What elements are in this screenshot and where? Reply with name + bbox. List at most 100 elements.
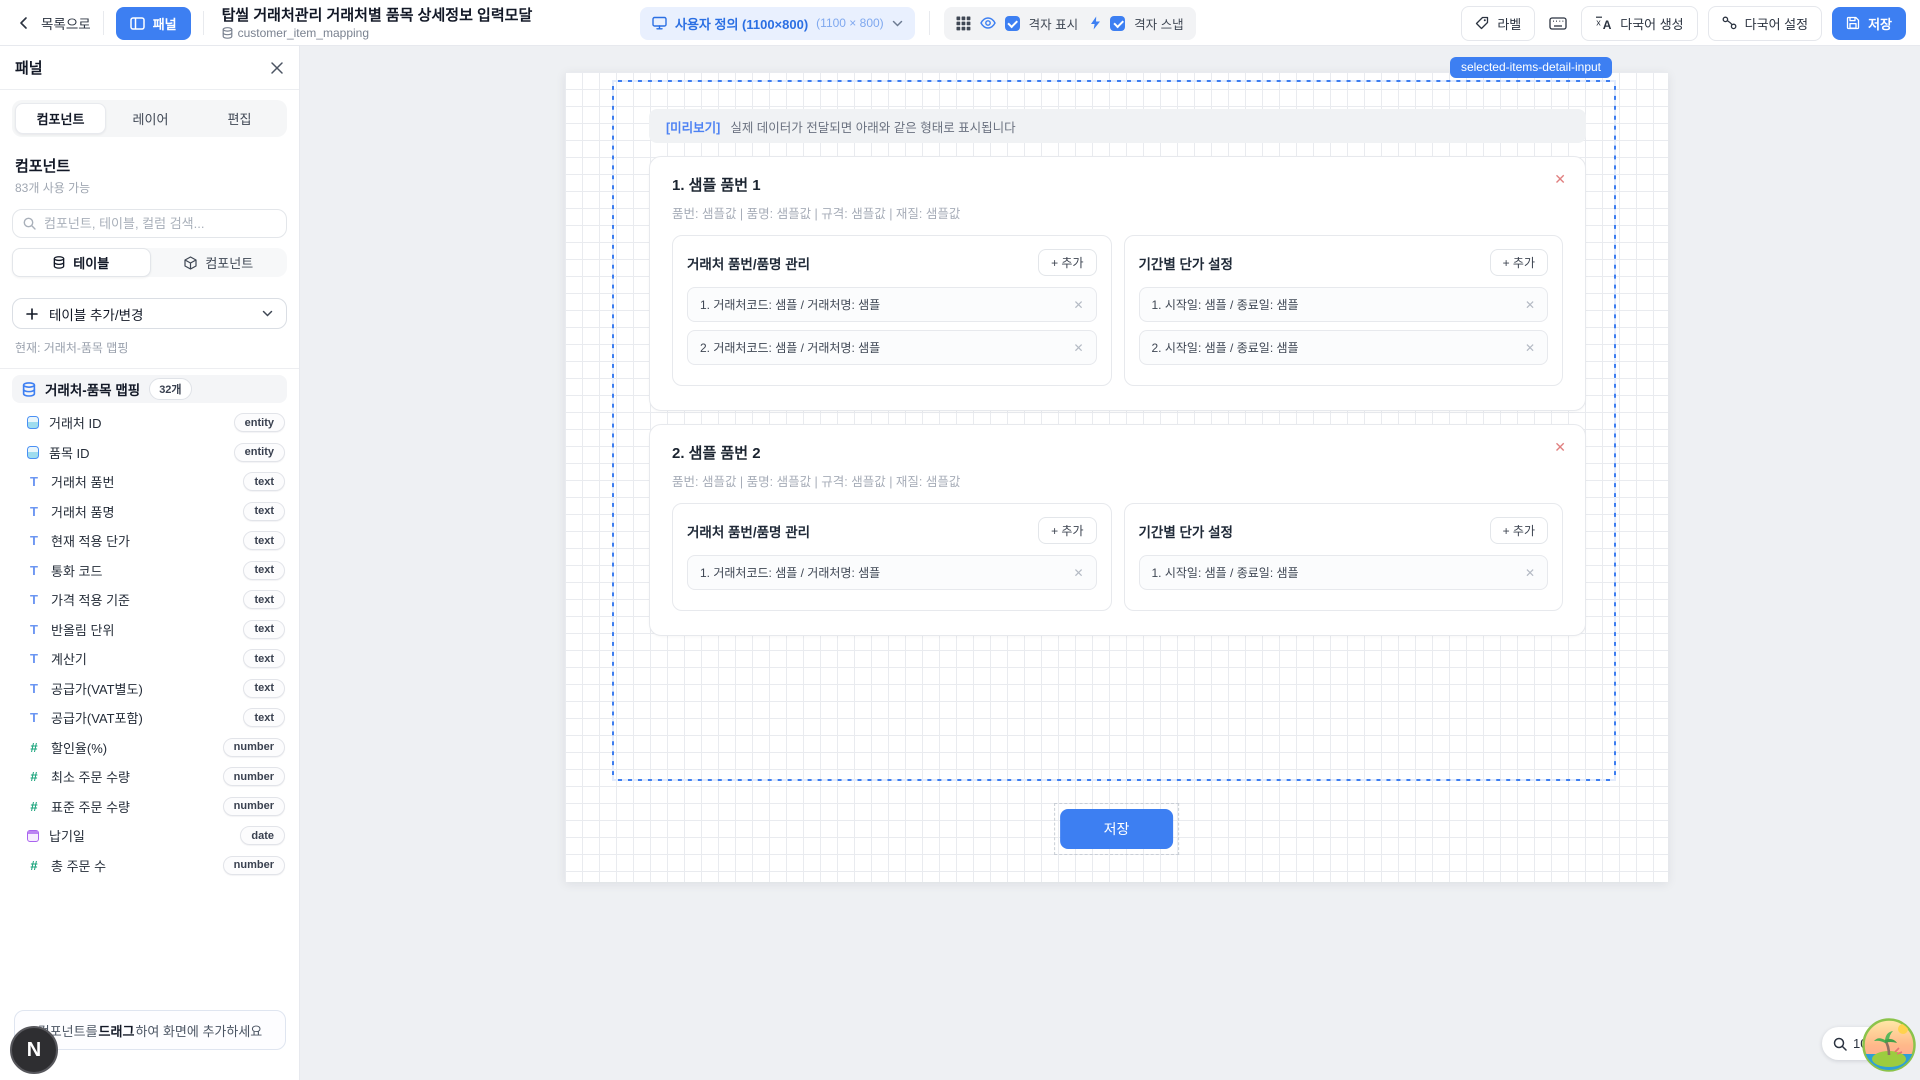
grid-show-label[interactable]: 격자 표시 <box>1029 14 1078 33</box>
field-row[interactable]: 표준 주문 수량 number <box>0 792 299 822</box>
modal-save-button[interactable]: 저장 <box>1060 809 1174 849</box>
field-row[interactable]: 거래처 품명 text <box>0 497 299 527</box>
field-type-badge: text <box>243 561 285 580</box>
page-title: 탑씰 거래처관리 거래처별 품목 상세정보 입력모달 <box>222 7 533 25</box>
panel-toggle-button[interactable]: 패널 <box>116 7 191 40</box>
field-row[interactable]: 현재 적용 단가 text <box>0 526 299 556</box>
field-type-badge: text <box>243 679 285 698</box>
tab-components[interactable]: 컴포넌트 <box>15 103 106 134</box>
divider <box>103 11 104 35</box>
back-label[interactable]: 목록으로 <box>41 13 91 33</box>
item-remove-icon[interactable]: ✕ <box>1073 299 1083 311</box>
add-table-button[interactable]: 테이블 추가/변경 <box>12 298 287 329</box>
save-floppy-icon <box>1846 16 1860 30</box>
components-available-count: 83개 사용 가능 <box>15 179 284 196</box>
card-close-icon[interactable]: ✕ <box>1554 440 1566 454</box>
divider <box>929 11 930 35</box>
panel-items: 1. 거래처코드: 샘플 / 거래처명: 샘플 ✕ 2. 거래처코드: 샘플 /… <box>687 287 1097 365</box>
field-label: 거래처 품명 <box>51 502 243 521</box>
date-icon <box>27 830 39 842</box>
field-label: 납기일 <box>49 826 240 845</box>
panel-add-button[interactable]: + 추가 <box>1490 249 1548 276</box>
field-row[interactable]: 가격 적용 기준 text <box>0 585 299 615</box>
back-to-list-button[interactable]: 목록으로 <box>16 13 91 33</box>
chevron-down-icon <box>892 20 903 27</box>
panel-add-button[interactable]: + 추가 <box>1490 517 1548 544</box>
database-icon <box>53 256 65 269</box>
field-row[interactable]: 통화 코드 text <box>0 556 299 586</box>
design-canvas[interactable]: selected-items-detail-input [미리보기] 실제 데이… <box>300 46 1920 1080</box>
selected-component[interactable]: selected-items-detail-input [미리보기] 실제 데이… <box>612 80 1616 781</box>
label-button[interactable]: 라벨 <box>1461 6 1535 41</box>
field-row[interactable]: 할인율(%) number <box>0 733 299 763</box>
component-search[interactable] <box>12 209 287 238</box>
text-icon <box>27 681 41 696</box>
field-row[interactable]: 반올림 단위 text <box>0 615 299 645</box>
item-remove-icon[interactable]: ✕ <box>1525 342 1535 354</box>
close-icon[interactable] <box>270 61 284 75</box>
panel-title: 패널 <box>15 57 43 78</box>
save-button-selection[interactable]: 저장 <box>1054 803 1180 855</box>
current-table-label: 현재: 거래처-품목 맵핑 <box>15 339 284 356</box>
i18n-settings-button[interactable]: 다국어 설정 <box>1708 6 1822 41</box>
field-row[interactable]: 공급가(VAT별도) text <box>0 674 299 704</box>
app-logo[interactable]: N <box>10 1026 58 1074</box>
field-row[interactable]: 계산기 text <box>0 644 299 674</box>
source-tab-tables[interactable]: 테이블 <box>12 248 151 277</box>
field-type-badge: number <box>223 738 285 757</box>
field-row[interactable]: 최소 주문 수량 number <box>0 762 299 792</box>
item-remove-icon[interactable]: ✕ <box>1073 567 1083 579</box>
field-row[interactable]: 거래처 품번 text <box>0 467 299 497</box>
grid-snap-checkbox[interactable] <box>1110 16 1125 31</box>
field-type-badge: number <box>223 767 285 786</box>
source-tab-components[interactable]: 컴포넌트 <box>151 248 288 277</box>
i18n-generate-button[interactable]: xA 다국어 생성 <box>1581 6 1697 41</box>
keyboard-icon <box>1549 17 1567 30</box>
field-type-badge: text <box>243 502 285 521</box>
save-button[interactable]: 저장 <box>1832 7 1906 40</box>
field-type-badge: text <box>243 590 285 609</box>
number-icon <box>27 740 41 755</box>
island-badge[interactable] <box>1862 1018 1916 1072</box>
field-type-badge: number <box>223 856 285 875</box>
panel-title: 거래처 품번/품명 관리 <box>687 253 810 273</box>
card-close-icon[interactable]: ✕ <box>1554 172 1566 186</box>
text-icon <box>27 622 41 637</box>
item-remove-icon[interactable]: ✕ <box>1525 567 1535 579</box>
card-sub-panel: 거래처 품번/품명 관리 + 추가 1. 거래처코드: 샘플 / 거래처명: 샘… <box>672 235 1112 386</box>
field-label: 공급가(VAT별도) <box>51 679 243 698</box>
search-input[interactable] <box>44 216 276 231</box>
field-label: 반올림 단위 <box>51 620 243 639</box>
tab-edit[interactable]: 편집 <box>195 103 284 134</box>
panel-items: 1. 거래처코드: 샘플 / 거래처명: 샘플 ✕ <box>687 555 1097 590</box>
field-count-badge: 32개 <box>149 378 191 400</box>
field-type-badge: date <box>240 826 285 845</box>
card-meta: 품번: 샘플값 | 품명: 샘플값 | 규격: 샘플값 | 재질: 샘플값 <box>672 471 1563 490</box>
grid-show-checkbox[interactable] <box>1005 16 1020 31</box>
field-row[interactable]: 총 주문 수 number <box>0 851 299 881</box>
translate-icon: xA <box>1595 16 1612 30</box>
table-group-header[interactable]: 거래처-품목 맵핑 32개 <box>12 375 287 403</box>
field-label: 총 주문 수 <box>51 856 223 875</box>
item-remove-icon[interactable]: ✕ <box>1073 342 1083 354</box>
field-type-badge: text <box>243 649 285 668</box>
field-label: 공급가(VAT포함) <box>51 708 243 727</box>
field-row[interactable]: 납기일 date <box>0 821 299 851</box>
artboard[interactable]: selected-items-detail-input [미리보기] 실제 데이… <box>565 72 1668 882</box>
panel-item: 1. 거래처코드: 샘플 / 거래처명: 샘플 ✕ <box>687 287 1097 322</box>
sample-item-card: ✕ 1. 샘플 품번 1 품번: 샘플값 | 품명: 샘플값 | 규격: 샘플값… <box>649 156 1586 411</box>
screen-size-dropdown[interactable]: 사용자 정의 (1100×800) (1100 × 800) <box>640 7 915 40</box>
panel-add-button[interactable]: + 추가 <box>1038 249 1096 276</box>
grid-snap-label[interactable]: 격자 스냅 <box>1134 14 1183 33</box>
tab-layers[interactable]: 레이어 <box>106 103 195 134</box>
field-row[interactable]: 거래처 ID entity <box>0 408 299 438</box>
field-label: 가격 적용 기준 <box>51 590 243 609</box>
field-row[interactable]: 공급가(VAT포함) text <box>0 703 299 733</box>
entity-icon <box>27 446 39 459</box>
field-row[interactable]: 품목 ID entity <box>0 438 299 468</box>
eye-icon[interactable] <box>980 17 996 29</box>
card-sub-panel: 거래처 품번/품명 관리 + 추가 1. 거래처코드: 샘플 / 거래처명: 샘… <box>672 503 1112 611</box>
keyboard-shortcuts-button[interactable] <box>1545 13 1571 34</box>
item-remove-icon[interactable]: ✕ <box>1525 299 1535 311</box>
panel-add-button[interactable]: + 추가 <box>1038 517 1096 544</box>
